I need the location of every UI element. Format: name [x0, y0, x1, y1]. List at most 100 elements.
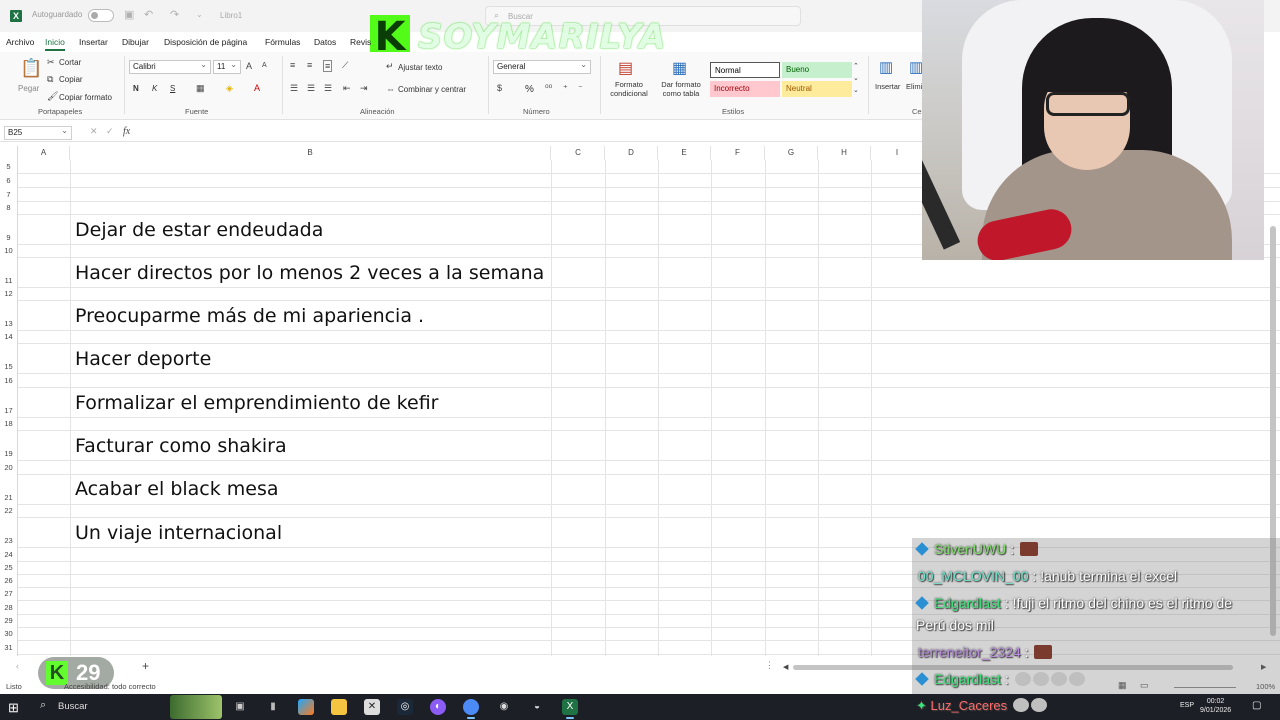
tab-insertar[interactable]: Insertar: [79, 37, 108, 47]
column-header[interactable]: I: [871, 146, 924, 160]
goal-cell[interactable]: Acabar el black mesa: [75, 478, 279, 500]
align-center-icon[interactable]: ☰: [307, 83, 315, 94]
styles-more-icon[interactable]: ⌄: [853, 86, 859, 94]
row-header[interactable]: 9: [0, 233, 17, 242]
row-header[interactable]: 18: [0, 419, 17, 428]
goal-cell[interactable]: Facturar como shakira: [75, 435, 287, 457]
system-clock[interactable]: 00:02 9/01/2026: [1200, 697, 1231, 715]
tab-formulas[interactable]: Fórmulas: [265, 37, 300, 47]
row-header[interactable]: 8: [0, 203, 17, 212]
row-header[interactable]: 5: [0, 162, 17, 171]
goal-cell[interactable]: Formalizar el emprendimiento de kefir: [75, 392, 438, 414]
font-color-icon[interactable]: A: [254, 83, 260, 93]
row-header[interactable]: 10: [0, 246, 17, 255]
row-header[interactable]: 21: [0, 493, 17, 502]
row-header[interactable]: 13: [0, 319, 17, 328]
column-header[interactable]: G: [765, 146, 818, 160]
thousands-icon[interactable]: ⁰⁰: [545, 83, 552, 94]
column-header[interactable]: H: [818, 146, 871, 160]
capcut-icon[interactable]: ✕: [364, 699, 380, 715]
tab-datos[interactable]: Datos: [314, 37, 336, 47]
goal-cell[interactable]: Hacer deporte: [75, 348, 211, 370]
row-header[interactable]: 24: [0, 550, 17, 559]
row-header[interactable]: 28: [0, 603, 17, 612]
notification-icon[interactable]: ▢: [1252, 700, 1261, 711]
format-painter-button[interactable]: Copiar formato: [59, 93, 112, 102]
underline-button[interactable]: S: [170, 84, 175, 93]
steam-icon[interactable]: ◎: [397, 699, 413, 715]
name-box[interactable]: B25: [4, 125, 72, 140]
widgets-icon[interactable]: [170, 695, 222, 719]
row-header[interactable]: 19: [0, 449, 17, 458]
row-header[interactable]: 31: [0, 643, 17, 652]
copy-button[interactable]: Copiar: [59, 75, 83, 84]
decrease-indent-icon[interactable]: ⇤: [343, 83, 351, 94]
tab-dibujar[interactable]: Dibujar: [122, 37, 149, 47]
row-header[interactable]: 29: [0, 616, 17, 625]
column-header[interactable]: D: [605, 146, 658, 160]
percent-button[interactable]: %: [525, 84, 534, 95]
row-header[interactable]: 11: [0, 276, 17, 285]
undo-icon[interactable]: ↶: [144, 8, 153, 21]
column-header[interactable]: A: [18, 146, 70, 160]
style-normal[interactable]: Normal: [710, 62, 780, 78]
styles-scroll-up-icon[interactable]: ⌃: [853, 62, 859, 70]
decrease-font-icon[interactable]: A: [262, 62, 267, 69]
number-format-select[interactable]: General: [493, 59, 591, 74]
row-header[interactable]: 15: [0, 362, 17, 371]
styles-scroll-down-icon[interactable]: ⌄: [853, 74, 859, 82]
delete-cells-button[interactable]: Elimi: [906, 82, 922, 91]
borders-icon[interactable]: ▦: [196, 83, 205, 94]
increase-font-icon[interactable]: A: [246, 61, 252, 71]
tab-disposicion[interactable]: Disposición de página: [164, 37, 247, 47]
row-header[interactable]: 7: [0, 190, 17, 199]
orientation-icon[interactable]: ⟋: [342, 60, 348, 71]
goal-cell[interactable]: Un viaje internacional: [75, 522, 282, 544]
row-header[interactable]: 14: [0, 332, 17, 341]
file-explorer-icon[interactable]: [331, 699, 347, 715]
fill-color-icon[interactable]: ◈: [226, 83, 233, 94]
copilot-icon[interactable]: [298, 699, 314, 715]
customize-toolbar-icon[interactable]: ⌄: [196, 10, 203, 19]
formula-input[interactable]: [140, 126, 920, 140]
more-options-icon[interactable]: ⋮: [765, 660, 774, 671]
cancel-entry-icon[interactable]: ✕: [90, 126, 98, 137]
redo-icon[interactable]: ↷: [170, 8, 179, 21]
align-bottom-icon[interactable]: ≡: [323, 60, 333, 72]
accessibility-status[interactable]: Accesibilidad: todo correcto: [64, 682, 156, 691]
paste-icon[interactable]: 📋: [20, 58, 42, 79]
excel-taskbar-icon[interactable]: X: [562, 699, 578, 719]
row-header[interactable]: 23: [0, 536, 17, 545]
prev-sheet-icon[interactable]: ‹: [16, 661, 19, 671]
add-sheet-icon[interactable]: +: [142, 659, 149, 673]
wrap-text-button[interactable]: Ajustar texto: [398, 63, 442, 72]
style-good[interactable]: Bueno: [782, 62, 852, 78]
row-header[interactable]: 25: [0, 563, 17, 572]
column-header[interactable]: F: [711, 146, 765, 160]
paste-button[interactable]: Pegar: [18, 84, 39, 93]
goal-cell[interactable]: Dejar de estar endeudada: [75, 219, 323, 241]
task-view-icon[interactable]: ▣: [232, 699, 248, 715]
increase-decimal-icon[interactable]: ⁺: [563, 83, 568, 94]
conditional-format-button[interactable]: Formato condicional: [606, 80, 652, 98]
app-icon[interactable]: ◒: [529, 699, 545, 715]
row-header[interactable]: 27: [0, 589, 17, 598]
style-bad[interactable]: Incorrecto: [710, 81, 780, 97]
italic-button[interactable]: K: [152, 84, 157, 93]
merge-center-button[interactable]: Combinar y centrar: [398, 85, 466, 94]
row-header[interactable]: 22: [0, 506, 17, 515]
row-header[interactable]: 16: [0, 376, 17, 385]
row-header[interactable]: 12: [0, 289, 17, 298]
language-indicator[interactable]: ESP: [1180, 702, 1194, 709]
save-icon[interactable]: ▣: [124, 8, 134, 21]
format-as-table-button[interactable]: Dar formato como tabla: [654, 80, 708, 98]
align-top-icon[interactable]: ≡: [290, 60, 295, 70]
autosave-toggle[interactable]: [88, 9, 114, 22]
font-name-select[interactable]: Calibri: [129, 59, 211, 74]
cut-button[interactable]: Cortar: [59, 58, 81, 67]
tab-inicio[interactable]: Inicio: [45, 37, 65, 51]
goal-cell[interactable]: Hacer directos por lo menos 2 veces a la…: [75, 262, 544, 284]
tab-revisar[interactable]: Revis: [350, 37, 371, 47]
align-middle-icon[interactable]: ≡: [307, 60, 312, 70]
row-header[interactable]: 26: [0, 576, 17, 585]
